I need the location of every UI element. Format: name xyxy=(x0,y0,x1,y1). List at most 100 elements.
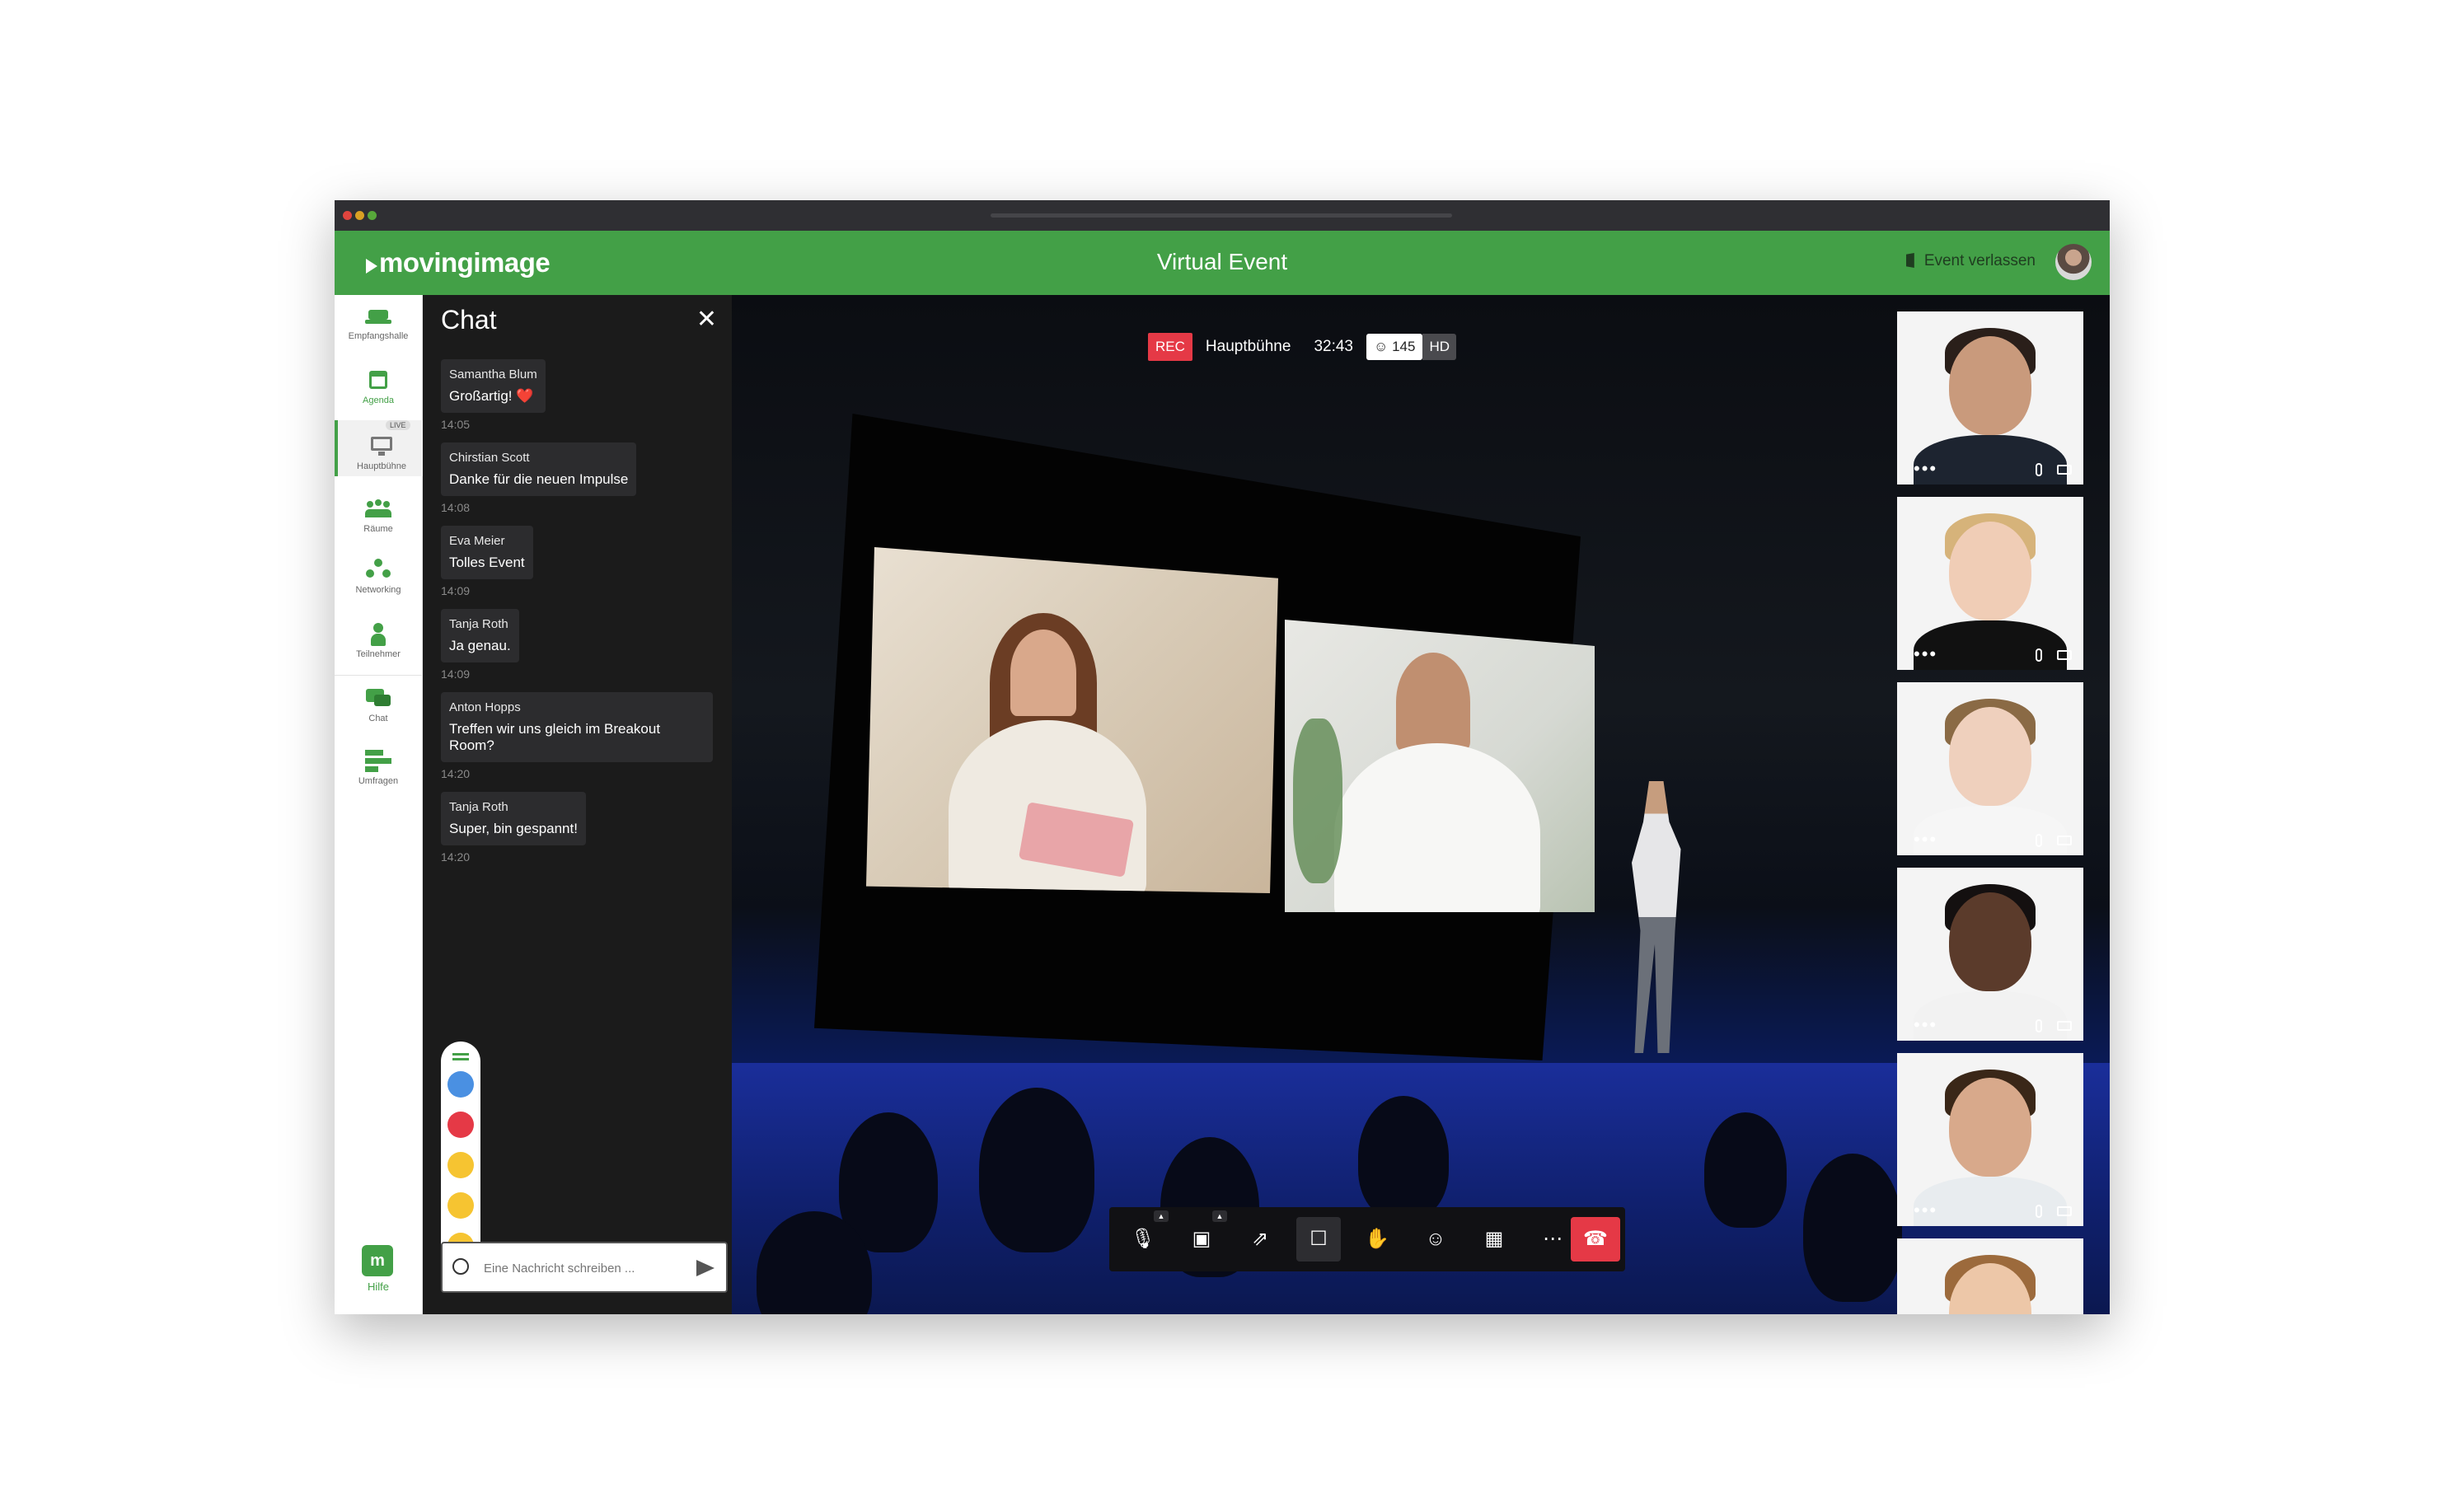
sidebar-divider xyxy=(335,675,422,676)
help-logo-icon: m xyxy=(362,1245,393,1276)
rooms-icon xyxy=(365,498,391,519)
chat-message-list[interactable]: Samantha Blum Großartig! ❤️ 14:05 Chirsti… xyxy=(441,359,721,875)
participant-tile[interactable]: ••• xyxy=(1897,682,2083,855)
leave-event-label: Event verlassen xyxy=(1923,252,2036,269)
chat-message: Eva Meier Tolles Event xyxy=(441,526,533,579)
people-icon: ☺ xyxy=(1425,1228,1446,1250)
participant-tile[interactable]: ••• xyxy=(1897,868,2083,1041)
tile-camera-icon xyxy=(2057,465,2072,475)
hand-icon: ✋ xyxy=(1365,1228,1389,1250)
mute-mic-button[interactable]: 🎙 ▲ xyxy=(1121,1210,1169,1262)
message-time: 14:20 xyxy=(441,767,471,780)
plant xyxy=(1293,719,1342,883)
mic-off-icon: 🎙 xyxy=(1130,1228,1156,1250)
help-label: Hilfe xyxy=(367,1280,389,1293)
nav-item-networking[interactable]: Networking xyxy=(335,559,422,595)
chat-message: Tanja Roth Super, bin gespannt! xyxy=(441,792,586,845)
chat-toggle-button[interactable]: ☐ xyxy=(1296,1217,1341,1262)
wow-icon[interactable] xyxy=(447,1192,474,1219)
window-chrome xyxy=(335,200,2110,231)
message-author: Tanja Roth xyxy=(449,617,508,631)
lobby-icon xyxy=(365,305,391,326)
tile-mic-icon xyxy=(2036,463,2042,476)
nav-item-empfangshalle[interactable]: Empfangshalle xyxy=(335,305,422,341)
app-window: movingimage Virtual Event Event verlasse… xyxy=(335,200,2110,1314)
nav-item-raeume[interactable]: Räume xyxy=(335,498,422,534)
more-dots-icon: ⋯ xyxy=(1543,1228,1563,1250)
nav-label: Teilnehmer xyxy=(356,649,401,659)
tile-camera-icon xyxy=(2057,1021,2072,1031)
tile-more-icon[interactable]: ••• xyxy=(1914,1201,1937,1219)
hang-up-button[interactable]: ☎ xyxy=(1571,1217,1620,1262)
thumbs-up-icon[interactable] xyxy=(447,1071,474,1098)
screen-panel-left xyxy=(866,547,1278,893)
nav-item-hauptbuehne[interactable]: LIVE Hauptbühne xyxy=(335,420,425,476)
minimize-window-dot[interactable] xyxy=(355,211,364,220)
message-text: Treffen wir uns gleich im Breakout Room? xyxy=(449,721,661,753)
address-bar[interactable] xyxy=(991,213,1452,218)
message-time: 14:09 xyxy=(441,584,471,597)
tile-more-icon[interactable]: ••• xyxy=(1914,460,1937,478)
networking-icon xyxy=(365,559,391,580)
tile-mic-icon xyxy=(2036,834,2042,847)
maximize-window-dot[interactable] xyxy=(368,211,377,220)
message-time: 14:08 xyxy=(441,501,471,514)
drag-handle-icon[interactable] xyxy=(452,1053,469,1056)
nav-label: Agenda xyxy=(363,396,394,405)
camera-off-button[interactable]: ▣ ▲ xyxy=(1179,1210,1227,1262)
share-screen-button[interactable]: ⇗ xyxy=(1238,1217,1282,1262)
participant-tile[interactable]: ••• xyxy=(1897,311,2083,484)
close-window-dot[interactable] xyxy=(343,211,352,220)
camera-options-chevron-icon[interactable]: ▲ xyxy=(1212,1210,1227,1222)
send-icon[interactable] xyxy=(696,1260,714,1276)
chat-title: Chat xyxy=(441,305,497,335)
emoji-icon[interactable] xyxy=(452,1258,469,1275)
nav-label: Empfangshalle xyxy=(348,331,409,341)
monitor-icon xyxy=(368,435,395,456)
participant-face xyxy=(1949,522,2031,620)
tile-more-icon[interactable]: ••• xyxy=(1914,645,1937,663)
tile-mic-icon xyxy=(2036,648,2042,662)
mic-options-chevron-icon[interactable]: ▲ xyxy=(1154,1210,1169,1222)
chat-message: Anton Hopps Treffen wir uns gleich im Bre… xyxy=(441,692,713,762)
grid-view-button[interactable]: ▦ xyxy=(1472,1217,1516,1262)
message-text: Danke für die neuen Impulse xyxy=(449,471,629,487)
help-button[interactable]: m Hilfe xyxy=(362,1245,395,1293)
message-author: Samantha Blum xyxy=(449,367,537,382)
participant-tile[interactable]: ••• xyxy=(1897,497,2083,670)
nav-sidebar: Empfangshalle Agenda LIVE Hauptbühne Räu… xyxy=(335,295,425,1314)
nav-item-umfragen[interactable]: Umfragen xyxy=(335,750,422,786)
quality-badge[interactable]: HD xyxy=(1422,334,1457,360)
chat-panel: Chat ✕ Samantha Blum Großartig! ❤️ 14:05 … xyxy=(423,295,732,1314)
tile-more-icon[interactable]: ••• xyxy=(1914,1016,1937,1034)
user-avatar[interactable] xyxy=(2055,244,2092,280)
camera-off-icon: ▣ xyxy=(1192,1228,1211,1250)
tile-more-icon[interactable]: ••• xyxy=(1914,831,1937,849)
rec-badge: REC xyxy=(1148,333,1192,361)
stream-status-bar: REC Hauptbühne 32:43 ☺ 145 HD xyxy=(1148,333,1457,361)
participant-tile[interactable]: ••• xyxy=(1897,1238,2083,1314)
raise-hand-button[interactable]: ✋ xyxy=(1355,1217,1399,1262)
stream-duration: 32:43 xyxy=(1314,338,1353,355)
laugh-icon[interactable] xyxy=(447,1152,474,1178)
message-text: Ja genau. xyxy=(449,638,511,653)
chat-message-input[interactable] xyxy=(482,1253,683,1283)
participants-button[interactable]: ☺ xyxy=(1413,1217,1458,1262)
viewer-count: ☺ 145 xyxy=(1366,334,1423,360)
presenter-face xyxy=(1010,630,1076,716)
call-controls: 🎙 ▲ ▣ ▲ ⇗ ☐ ✋ ☺ ▦ ⋯ ☎ xyxy=(1109,1207,1625,1271)
heart-icon[interactable] xyxy=(447,1112,474,1138)
screen-panel-right xyxy=(1285,620,1595,912)
nav-item-agenda[interactable]: Agenda xyxy=(335,369,422,405)
close-chat-icon[interactable]: ✕ xyxy=(696,305,717,334)
participant-tile[interactable]: ••• xyxy=(1897,1053,2083,1226)
tile-mic-icon xyxy=(2036,1019,2042,1032)
more-button[interactable]: ⋯ xyxy=(1530,1217,1575,1262)
share-screen-icon: ⇗ xyxy=(1251,1228,1269,1250)
nav-label: Networking xyxy=(355,585,401,595)
nav-item-chat[interactable]: Chat xyxy=(335,687,422,723)
leave-event-button[interactable]: Event verlassen xyxy=(1905,252,2036,270)
nav-item-teilnehmer[interactable]: Teilnehmer xyxy=(335,623,422,659)
presenter-body xyxy=(1334,743,1540,912)
chat-message: Samantha Blum Großartig! ❤️ xyxy=(441,359,546,413)
